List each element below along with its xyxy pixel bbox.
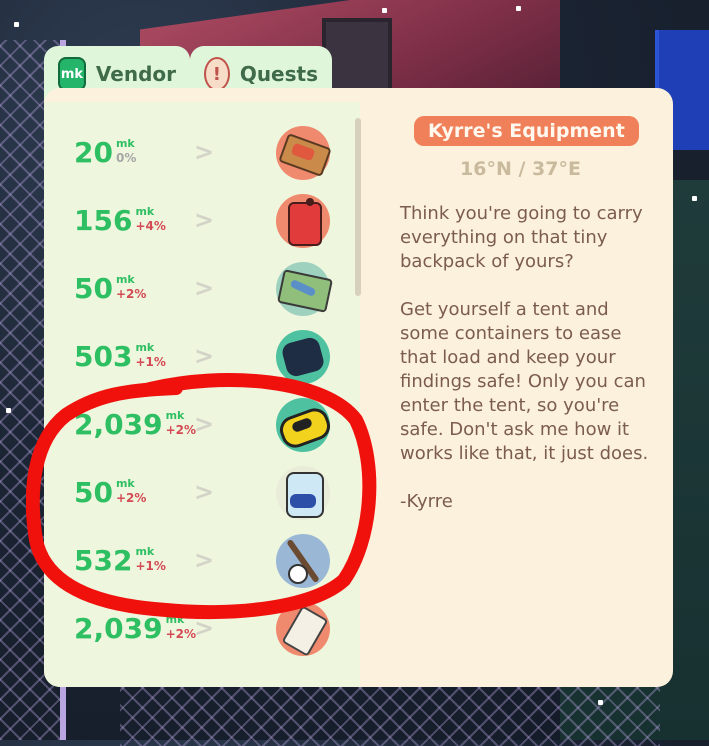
item-unit: mk <box>165 613 185 626</box>
chevron-right-icon: > <box>194 478 215 506</box>
chevron-right-icon: > <box>194 138 215 166</box>
item-price: 20 <box>74 136 113 169</box>
fishing-rod-icon <box>276 534 330 588</box>
item-change: +2% <box>165 423 197 437</box>
vendor-coordinates: 16°N / 37°E <box>460 158 581 180</box>
chevron-right-icon: > <box>194 274 215 302</box>
item-price: 2,039 <box>74 408 163 441</box>
item-unit: mk <box>115 273 135 286</box>
snowflake <box>516 6 521 11</box>
list-item[interactable]: 156 mk +4% > <box>44 188 360 256</box>
chevron-right-icon: > <box>194 546 215 574</box>
item-price: 532 <box>74 544 133 577</box>
description-paragraph: Get yourself a tent and some containers … <box>400 299 649 464</box>
sleeping-mat-icon <box>276 330 330 384</box>
water-bag-icon <box>276 466 330 520</box>
item-unit: mk <box>135 205 155 218</box>
vendor-panel: 20 mk 0% > 156 mk +4% > 50 mk +2% > 503 … <box>44 88 673 687</box>
item-change: +1% <box>135 559 166 573</box>
list-item[interactable]: 2,039 mk +2% > <box>44 596 360 664</box>
list-item[interactable]: 50 mk +2% > <box>44 256 360 324</box>
item-unit: mk <box>135 341 155 354</box>
snowflake <box>382 8 387 13</box>
description-signature: -Kyrre <box>400 491 453 512</box>
tent-icon <box>276 602 330 657</box>
matchbox-icon <box>276 126 332 180</box>
item-price: 2,039 <box>74 612 163 645</box>
item-unit: mk <box>165 409 185 422</box>
chevron-right-icon: > <box>194 614 215 642</box>
inflatable-raft-icon <box>276 398 334 452</box>
item-change: +2% <box>115 287 147 301</box>
chevron-right-icon: > <box>194 342 215 370</box>
vendor-title: Kyrre's Equipment <box>414 116 639 146</box>
chevron-right-icon: > <box>194 206 215 234</box>
snowflake <box>14 22 19 27</box>
list-item[interactable]: 503 mk +1% > <box>44 324 360 392</box>
list-item[interactable]: 532 mk +1% > <box>44 528 360 596</box>
item-list: 20 mk 0% > 156 mk +4% > 50 mk +2% > 503 … <box>44 102 360 687</box>
list-item[interactable]: 2,039 mk +2% > <box>44 392 360 460</box>
quest-exclamation-icon: ! <box>204 57 230 91</box>
item-change: 0% <box>115 151 137 165</box>
item-change: +4% <box>135 219 166 233</box>
description-paragraph: Think you're going to carry everything o… <box>400 203 643 272</box>
item-change: +2% <box>115 491 147 505</box>
vendor-description: Think you're going to carry everything o… <box>400 202 660 538</box>
fuel-can-icon <box>276 194 330 248</box>
item-change: +1% <box>135 355 166 369</box>
snowflake <box>692 196 697 201</box>
item-price: 50 <box>74 272 113 305</box>
item-change: +2% <box>165 627 197 641</box>
vendor-mk-icon: mk <box>58 57 86 91</box>
item-price: 156 <box>74 204 133 237</box>
item-list-scrollbar[interactable] <box>355 118 361 296</box>
tab-vendor-label: Vendor <box>95 62 176 86</box>
list-item[interactable]: 50 mk +2% > <box>44 460 360 528</box>
map-icon <box>276 262 333 316</box>
item-price: 50 <box>74 476 113 509</box>
item-unit: mk <box>135 545 155 558</box>
snowflake <box>6 408 11 413</box>
snowflake <box>598 700 603 705</box>
tab-quests-label: Quests <box>239 62 318 86</box>
list-item[interactable]: 20 mk 0% > <box>44 120 360 188</box>
item-unit: mk <box>115 137 135 150</box>
item-unit: mk <box>115 477 135 490</box>
item-price: 503 <box>74 340 133 373</box>
chevron-right-icon: > <box>194 410 215 438</box>
